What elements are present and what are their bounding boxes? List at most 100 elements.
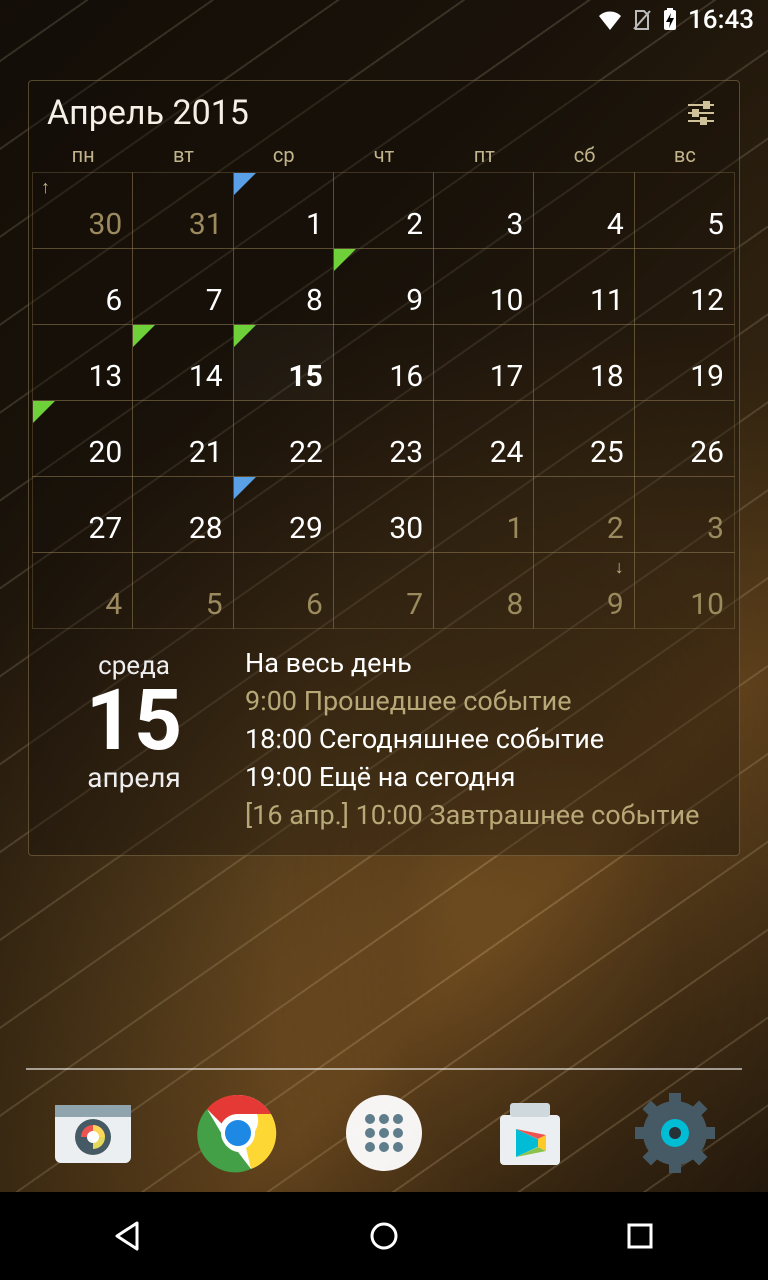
weekday-label: чт	[334, 139, 434, 173]
calendar-cell[interactable]: 18	[533, 324, 634, 401]
calendar-cell[interactable]: 4	[533, 172, 634, 249]
calendar-cell[interactable]: 15	[233, 324, 334, 401]
day-number: 6	[105, 283, 122, 318]
day-number: 14	[189, 359, 223, 394]
calendar-cell[interactable]: 6	[32, 248, 133, 325]
day-number: 4	[607, 207, 624, 242]
calendar-cell[interactable]: 6	[233, 552, 334, 629]
weekday-label: вс	[635, 139, 735, 173]
calendar-cell[interactable]: 26	[634, 400, 735, 477]
calendar-cell[interactable]: 30	[333, 476, 434, 553]
day-number: 25	[590, 435, 624, 470]
status-bar: 16:43	[0, 0, 768, 40]
day-number: 31	[189, 207, 223, 242]
system-nav-bar	[0, 1192, 768, 1280]
calendar-cell[interactable]: 14	[132, 324, 233, 401]
weekday-label: пн	[33, 139, 133, 173]
day-number: 19	[690, 359, 724, 394]
event-marker-icon	[234, 477, 256, 499]
event-item[interactable]: 18:00 Сегодняшнее событие	[245, 723, 719, 755]
day-number: 8	[507, 587, 524, 622]
calendar-cell[interactable]: 17	[433, 324, 534, 401]
event-item[interactable]: [16 апр.] 10:00 Завтрашнее событие	[245, 799, 719, 831]
recents-button[interactable]	[580, 1206, 700, 1266]
calendar-cell[interactable]: 7	[333, 552, 434, 629]
calendar-cell[interactable]: 8	[233, 248, 334, 325]
calendar-cell[interactable]: 20	[32, 400, 133, 477]
event-item[interactable]: На весь день	[245, 647, 719, 679]
day-number: 3	[507, 207, 524, 242]
calendar-cell[interactable]: 13	[32, 324, 133, 401]
weekday-header: пн вт ср чт пт сб вс	[29, 139, 739, 173]
day-number: 9	[607, 587, 624, 622]
day-number: 30	[389, 511, 423, 546]
app-drawer-button[interactable]	[336, 1085, 432, 1181]
calendar-cell[interactable]: 4	[32, 552, 133, 629]
weekday-label: сб	[534, 139, 634, 173]
event-marker-icon	[334, 249, 356, 271]
calendar-cell[interactable]: 22	[233, 400, 334, 477]
day-number: 10	[490, 283, 524, 318]
day-number: 2	[406, 207, 423, 242]
calendar-cell[interactable]: 7	[132, 248, 233, 325]
calendar-cell[interactable]: 11	[533, 248, 634, 325]
day-number: 29	[289, 511, 323, 546]
calendar-cell[interactable]: 24	[433, 400, 534, 477]
day-number: 1	[507, 511, 524, 546]
calendar-cell[interactable]: 8	[433, 552, 534, 629]
calendar-cell[interactable]: 12	[634, 248, 735, 325]
calendar-cell[interactable]: 31	[132, 172, 233, 249]
calendar-cell[interactable]: 25	[533, 400, 634, 477]
camera-app[interactable]	[45, 1085, 141, 1181]
calendar-cell[interactable]: 16	[333, 324, 434, 401]
calendar-cell[interactable]: 10	[433, 248, 534, 325]
calendar-cell[interactable]: 23	[333, 400, 434, 477]
day-number: 2	[607, 511, 624, 546]
day-number: 24	[490, 435, 524, 470]
event-item[interactable]: 9:00 Прошедшее событие	[245, 685, 719, 717]
weekday-label: пт	[434, 139, 534, 173]
back-button[interactable]	[68, 1206, 188, 1266]
day-number: 7	[406, 587, 423, 622]
day-number: 9	[406, 283, 423, 318]
calendar-cell[interactable]: 29	[233, 476, 334, 553]
chrome-app[interactable]	[190, 1085, 286, 1181]
dock-divider	[26, 1068, 742, 1070]
settings-app[interactable]	[627, 1085, 723, 1181]
calendar-cell[interactable]: 2	[533, 476, 634, 553]
month-title[interactable]: Апрель 2015	[47, 93, 249, 133]
calendar-cell[interactable]: 19	[634, 324, 735, 401]
weekday-label: вт	[133, 139, 233, 173]
day-number: 18	[590, 359, 624, 394]
event-list: На весь день 9:00 Прошедшее событие 18:00 …	[245, 647, 719, 831]
play-store-app[interactable]	[482, 1085, 578, 1181]
calendar-grid: ↑303112345678910111213141516171819202122…	[33, 173, 735, 629]
selected-day-block[interactable]: среда 15 апреля	[49, 647, 219, 831]
day-number: 30	[89, 207, 123, 242]
calendar-cell[interactable]: 10	[634, 552, 735, 629]
day-number: 15	[288, 359, 322, 394]
calendar-cell[interactable]: 2	[333, 172, 434, 249]
dock	[0, 1078, 768, 1188]
calendar-cell[interactable]: 1	[433, 476, 534, 553]
calendar-cell[interactable]: ↓9	[533, 552, 634, 629]
day-number: 6	[306, 587, 323, 622]
calendar-cell[interactable]: 5	[634, 172, 735, 249]
event-item[interactable]: 19:00 Ещё на сегодня	[245, 761, 719, 793]
calendar-cell[interactable]: 3	[634, 476, 735, 553]
calendar-cell[interactable]: 9	[333, 248, 434, 325]
sliders-icon	[686, 100, 716, 126]
calendar-cell[interactable]: 3	[433, 172, 534, 249]
calendar-cell[interactable]: 28	[132, 476, 233, 553]
day-number: 21	[189, 435, 223, 470]
calendar-cell[interactable]: 5	[132, 552, 233, 629]
calendar-cell[interactable]: 21	[132, 400, 233, 477]
home-button[interactable]	[324, 1206, 444, 1266]
day-number: 17	[490, 359, 524, 394]
widget-settings-button[interactable]	[681, 93, 721, 133]
event-marker-icon	[33, 401, 55, 423]
calendar-cell[interactable]: ↑30	[32, 172, 133, 249]
calendar-cell[interactable]: 27	[32, 476, 133, 553]
weekday-label: ср	[234, 139, 334, 173]
calendar-cell[interactable]: 1	[233, 172, 334, 249]
